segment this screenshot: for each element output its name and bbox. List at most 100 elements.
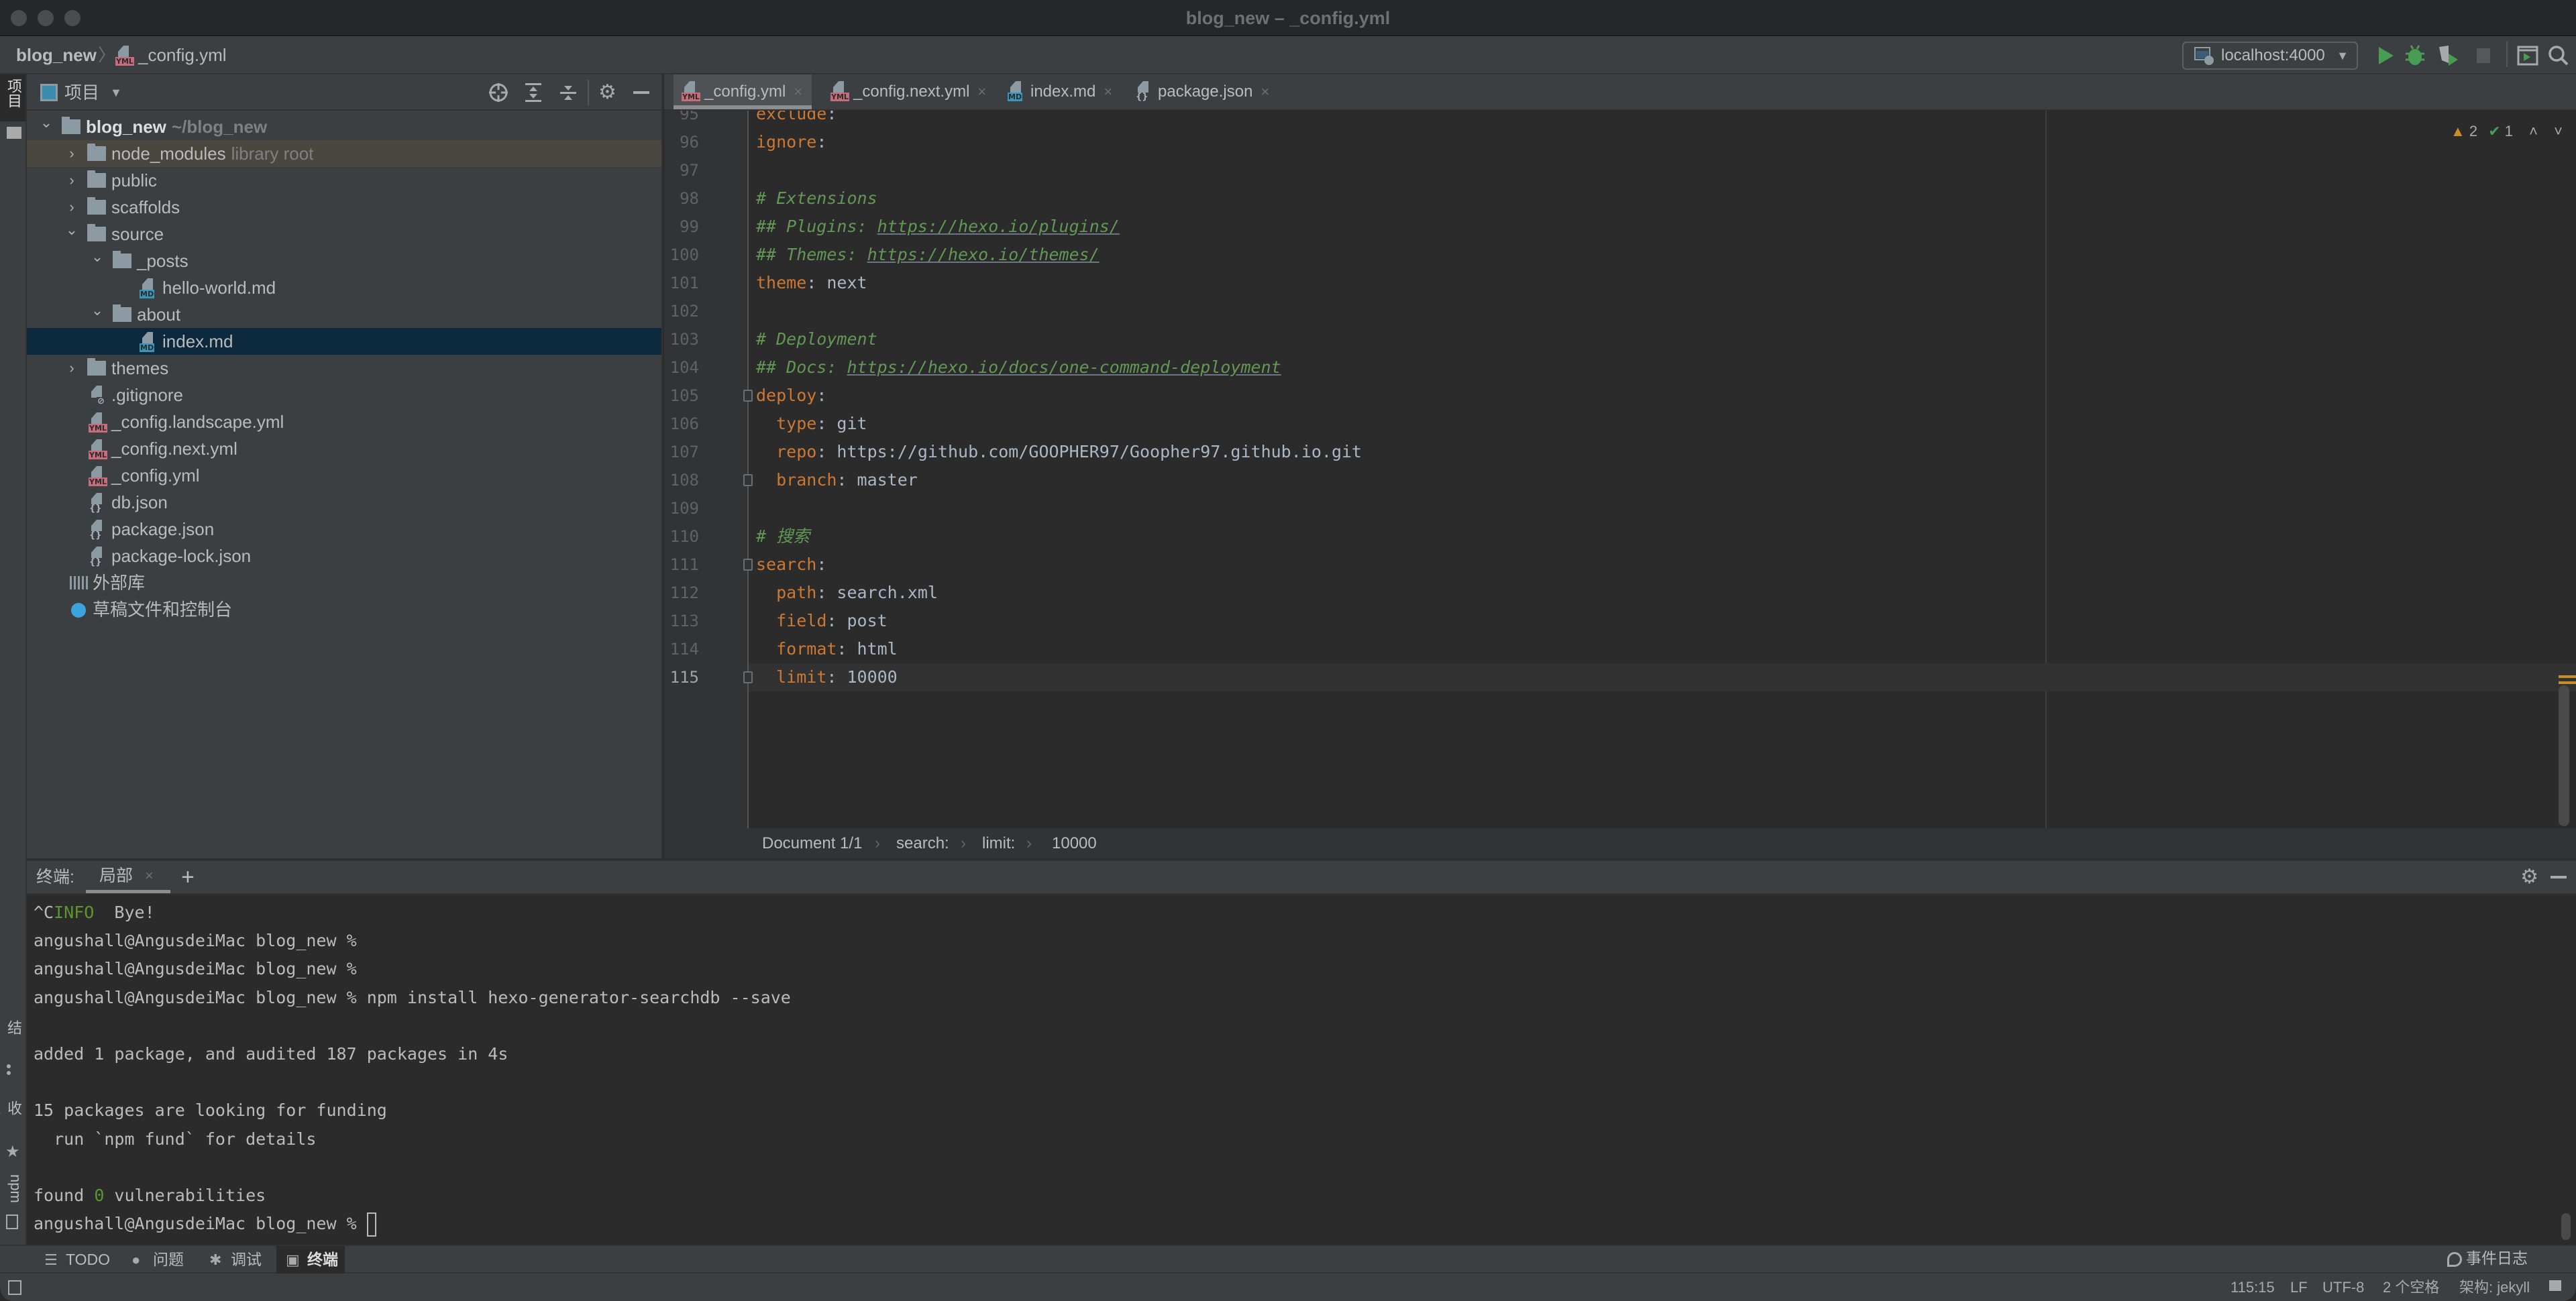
terminal-tab-local[interactable]: 局部 × <box>86 861 170 893</box>
chevron-right-icon[interactable]: › <box>62 355 82 382</box>
line-number: 96 <box>680 133 699 152</box>
editor-tab-label: package.json <box>1158 82 1253 101</box>
line-separator[interactable]: LF <box>2290 1274 2308 1301</box>
file-encoding[interactable]: UTF-8 <box>2322 1274 2364 1301</box>
breadcrumb-search[interactable]: search: <box>896 828 949 858</box>
view-mode-chevron-icon[interactable]: ▼ <box>110 74 122 111</box>
warning-marker[interactable] <box>2559 675 2576 678</box>
tree-item[interactable]: YML _config.next.yml <box>27 435 661 462</box>
tree-item[interactable]: MD hello-world.md <box>27 274 661 301</box>
code-line: path: search.xml <box>756 579 938 607</box>
code-editor[interactable]: 95 96 97 98 99 100 101 102 103 104 105 106 107 108 109… <box>664 111 2576 828</box>
fold-marker-icon[interactable] <box>743 474 753 486</box>
next-highlight-icon[interactable]: ˅ <box>2554 123 2563 139</box>
breadcrumb-document[interactable]: Document 1/1 <box>762 828 862 858</box>
tool-tab-debug[interactable]: ✱ 调试 <box>200 1246 268 1274</box>
project-tool-button[interactable]: 项目 <box>0 74 25 139</box>
fold-marker-icon[interactable] <box>743 559 753 571</box>
tree-item[interactable]: ⌄ blog_new ~/blog_new <box>27 113 661 140</box>
close-tab-icon[interactable]: × <box>977 83 986 100</box>
run-anything-icon[interactable] <box>2514 43 2541 68</box>
chevron-down-icon[interactable]: ⌄ <box>62 217 82 243</box>
close-tab-icon[interactable]: × <box>1260 83 1269 100</box>
editor-tab[interactable]: YML _config.yml × <box>674 74 812 109</box>
comment-link[interactable]: https://hexo.io/themes/ <box>867 245 1099 264</box>
yaml-value: : <box>816 555 827 574</box>
tree-item[interactable]: ⊘ .gitignore <box>27 382 661 408</box>
terminal-text: angushall@AngusdeiMac blog_new % <box>34 959 357 979</box>
breadcrumb-limit[interactable]: limit: <box>982 828 1015 858</box>
tree-item[interactable]: ⌄ source <box>27 221 661 247</box>
tree-item[interactable]: YML _config.yml <box>27 462 661 489</box>
previous-highlight-icon[interactable]: ˄ <box>2529 123 2538 139</box>
toggle-tool-windows-icon[interactable] <box>8 1280 21 1295</box>
structure-tool-label: 结构 <box>0 1020 22 1035</box>
locate-file-icon[interactable] <box>487 81 510 104</box>
tool-tab-problems[interactable]: ● 问题 <box>122 1246 191 1274</box>
inspection-widget[interactable]: ▲ 2 ✔ 1 ˄ ˅ <box>2451 120 2563 143</box>
editor-scrollbar[interactable] <box>2559 685 2569 826</box>
unlocked-icon[interactable] <box>2549 1280 2561 1291</box>
fold-marker-icon[interactable] <box>743 671 753 683</box>
expand-all-icon[interactable] <box>522 81 545 104</box>
debug-icon[interactable] <box>2402 43 2428 68</box>
chevron-right-icon[interactable]: › <box>62 140 82 167</box>
gear-icon[interactable]: ⚙ <box>598 74 616 111</box>
tree-item[interactable]: ⌄ _posts <box>27 247 661 274</box>
run-config-dropdown[interactable]: localhost:4000 ▼ <box>2182 42 2358 70</box>
terminal-scrollbar[interactable] <box>2561 1213 2571 1240</box>
tree-item[interactable]: 草稿文件和控制台 <box>27 596 661 623</box>
fold-marker-icon[interactable] <box>743 390 753 402</box>
chevron-right-icon[interactable]: › <box>62 167 82 194</box>
tree-item-label: 外部库 <box>93 573 146 593</box>
run-icon[interactable] <box>2372 43 2399 68</box>
json-schema[interactable]: 架构: jekyll <box>2459 1274 2530 1301</box>
tree-item[interactable]: {} db.json <box>27 489 661 516</box>
tool-tab-label: 终端 <box>307 1251 338 1268</box>
comment-link[interactable]: https://hexo.io/docs/one-command-deploym… <box>847 357 1281 377</box>
tree-item[interactable]: {} package-lock.json <box>27 543 661 569</box>
tree-item[interactable]: MD index.md <box>27 328 661 355</box>
tree-item[interactable]: › node_modules library root <box>27 140 661 167</box>
hide-panel-icon[interactable] <box>2551 876 2567 879</box>
event-log-button[interactable]: 事件日志 <box>2447 1245 2528 1272</box>
editor-tab[interactable]: {} package.json × <box>1127 74 1279 109</box>
tree-item[interactable]: {} package.json <box>27 516 661 543</box>
warning-marker[interactable] <box>2559 681 2576 684</box>
terminal-output[interactable]: ^CINFO Bye! angushall@AngusdeiMac blog_ne… <box>27 895 2576 1245</box>
line-number: 107 <box>669 443 699 461</box>
chevron-down-icon[interactable]: ⌄ <box>36 109 56 136</box>
comment-link[interactable]: https://hexo.io/plugins/ <box>877 217 1120 236</box>
close-tab-icon[interactable]: × <box>794 83 802 100</box>
breadcrumb-separator-icon: › <box>1026 834 1032 852</box>
close-tab-icon[interactable]: × <box>145 861 154 891</box>
stop-icon[interactable] <box>2470 43 2497 68</box>
breadcrumb-project[interactable]: blog_new <box>16 36 97 74</box>
breadcrumb-file[interactable]: _config.yml <box>138 36 227 74</box>
editor-tab[interactable]: MD index.md × <box>1000 74 1122 109</box>
tree-item[interactable]: › themes <box>27 355 661 382</box>
tool-tab-list[interactable]: ☰ TODO <box>35 1246 117 1274</box>
close-tab-icon[interactable]: × <box>1104 83 1112 100</box>
search-icon[interactable] <box>2545 43 2572 68</box>
hide-panel-icon[interactable] <box>633 91 649 94</box>
tree-item[interactable]: ⌄ about <box>27 301 661 328</box>
collapse-all-icon[interactable] <box>557 81 580 104</box>
gear-icon[interactable]: ⚙ <box>2520 861 2538 893</box>
new-terminal-tab-icon[interactable]: + <box>181 861 195 893</box>
project-panel-title[interactable]: 项目 <box>64 74 99 111</box>
indent-setting[interactable]: 2 个空格 <box>2383 1274 2439 1301</box>
chevron-down-icon[interactable]: ⌄ <box>87 243 107 270</box>
editor-tab[interactable]: YML _config.next.yml × <box>822 74 996 109</box>
caret-position[interactable]: 115:15 <box>2231 1274 2275 1301</box>
tool-tab-terminal[interactable]: ▣ 终端 <box>276 1246 345 1274</box>
tree-item[interactable]: 外部库 <box>27 569 661 596</box>
chevron-down-icon[interactable]: ⌄ <box>87 297 107 324</box>
tree-item[interactable]: › scaffolds <box>27 194 661 221</box>
tree-item[interactable]: › public <box>27 167 661 194</box>
ignore-file-icon: ⊘ <box>89 386 109 406</box>
tree-item[interactable]: YML _config.landscape.yml <box>27 408 661 435</box>
terminal-line: 15 packages are looking for funding <box>34 1096 387 1125</box>
run-with-coverage-icon[interactable] <box>2435 43 2462 68</box>
breadcrumb-value[interactable]: 10000 <box>1052 828 1097 858</box>
